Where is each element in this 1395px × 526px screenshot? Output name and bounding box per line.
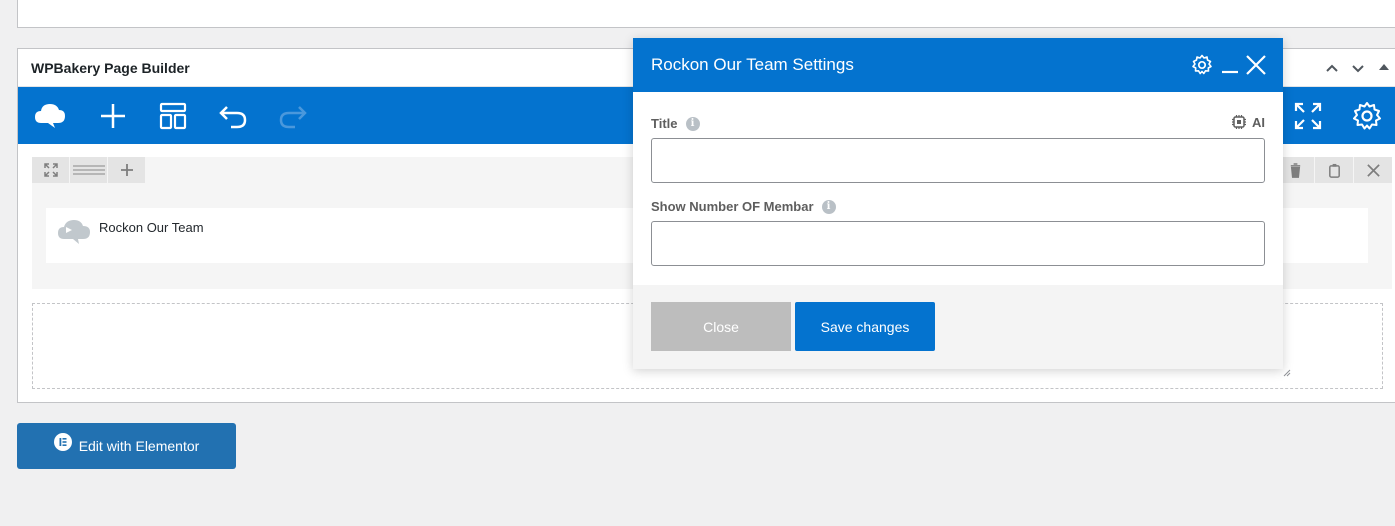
member-count-field-label: Show Number OF Membar i [651, 199, 836, 214]
title-label-text: Title [651, 116, 678, 131]
title-field-label: Title i [651, 116, 700, 131]
resize-handle-icon[interactable] [1281, 367, 1291, 377]
logo-cloud-icon[interactable] [33, 99, 67, 133]
redo-icon[interactable] [276, 99, 310, 133]
chevron-down-icon[interactable] [1348, 58, 1368, 78]
elementor-button-label: Edit with Elementor [78, 438, 200, 454]
elementor-logo-icon [53, 433, 72, 451]
undo-icon[interactable] [216, 99, 250, 133]
row-right-controls [1275, 157, 1392, 183]
fullscreen-icon[interactable] [1291, 99, 1325, 133]
close-row-icon[interactable] [1354, 157, 1392, 183]
info-icon[interactable]: i [685, 116, 700, 131]
toggle-panel-icon[interactable] [1374, 58, 1394, 78]
member-count-label-text: Show Number OF Membar [651, 199, 814, 214]
edit-with-elementor-button[interactable]: Edit with Elementor [17, 423, 236, 469]
ai-button[interactable]: AI [1231, 114, 1265, 130]
expand-row-icon[interactable] [32, 157, 69, 183]
plus-icon[interactable] [96, 99, 130, 133]
add-column-icon[interactable] [108, 157, 145, 183]
clipboard-icon[interactable] [1315, 157, 1353, 183]
modal-body: Title i AI Show Number OF Membar i [633, 92, 1283, 285]
modal-title: Rockon Our Team Settings [651, 55, 854, 74]
minimize-icon[interactable] [1218, 53, 1242, 77]
close-button[interactable]: Close [651, 302, 791, 351]
element-cloud-icon [56, 217, 92, 247]
metabox-title: WPBakery Page Builder [31, 60, 190, 76]
save-changes-button[interactable]: Save changes [795, 302, 935, 351]
layout-template-icon[interactable] [156, 99, 190, 133]
previous-metabox [17, 0, 1395, 28]
title-input[interactable] [651, 138, 1265, 183]
drag-handle-icon[interactable] [70, 157, 107, 183]
modal-settings-gear-icon[interactable] [1190, 53, 1214, 77]
member-count-input[interactable] [651, 221, 1265, 266]
chevron-up-icon[interactable] [1322, 58, 1342, 78]
settings-modal: Rockon Our Team Settings Title i AI Show… [633, 38, 1283, 369]
chip-icon [1232, 115, 1246, 129]
settings-gear-icon[interactable] [1350, 99, 1384, 133]
row-controls [32, 157, 146, 183]
element-label: Rockon Our Team [99, 220, 204, 235]
modal-footer: Close Save changes [633, 285, 1283, 369]
modal-header[interactable]: Rockon Our Team Settings [633, 38, 1283, 92]
close-icon[interactable] [1244, 53, 1268, 77]
info-icon[interactable]: i [821, 199, 836, 214]
ai-label: AI [1252, 114, 1265, 130]
